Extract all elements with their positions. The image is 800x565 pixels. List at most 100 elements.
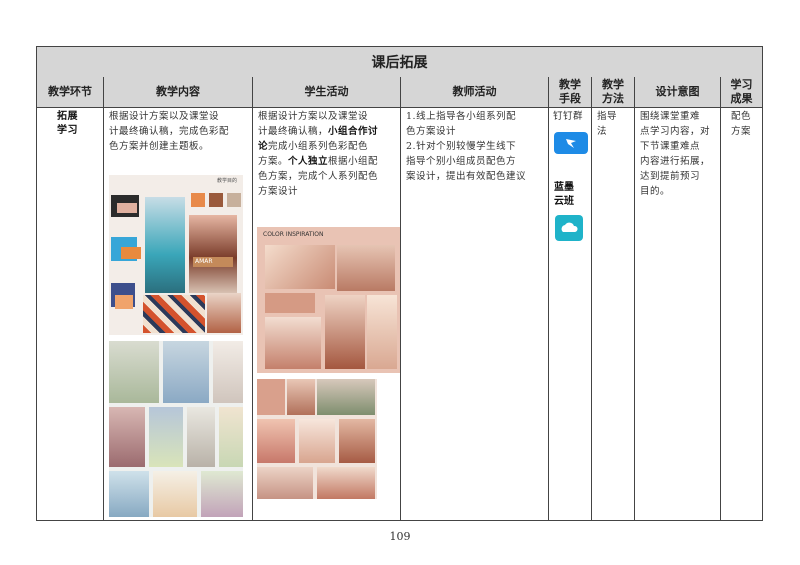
col-divider [400,107,401,520]
student-line: 方案。个人独立根据小组配 [258,154,400,169]
model-photo [189,215,237,293]
header-means-line1: 教学 [559,78,581,91]
header-method: 教学 方法 [592,77,635,107]
texture-photo [337,245,395,291]
lesson-table: 课后拓展 教学环节 教学内容 学生活动 教师活动 教学 手段 教学 方法 设计意… [36,46,763,521]
pattern-photo [143,295,205,333]
result-line: 配色 [731,111,752,122]
teacher-text: 1.线上指导各小组系列配 色方案设计 2.针对个别较慢学生线下 指导个别小组成员… [406,109,548,184]
palm-photo [317,379,375,415]
swatch [117,203,137,213]
swatch [265,293,315,313]
student-text-part: 完成小组系列色彩配色 [268,141,369,152]
brand-banner: AMAR [193,257,233,267]
teacher-line: 指导个别小组成员配色方 [406,156,517,167]
swatch [121,247,141,259]
moodboard-image-2: COLOR INSPIRATION [257,227,400,373]
swatch [115,295,133,309]
content-line: 计最终确认稿，完成色彩配 [109,126,230,137]
content-text: 根据设计方案以及课堂设 计最终确认稿，完成色彩配 色方案并创建主题板。 [109,109,251,154]
student-line: 论完成小组系列色彩配色 [258,139,400,154]
model-photo [163,341,209,403]
model-photo [153,471,197,517]
method-line: 指导 [597,111,618,122]
model-photo [325,295,365,369]
model-photo [109,407,145,467]
model-photo [317,467,375,499]
swatch [257,379,285,415]
student-line: 计最终确认稿，小组合作讨 [258,124,400,139]
content-line: 色方案并创建主题板。 [109,141,210,152]
col-divider [634,107,635,520]
stage-line2: 学习 [57,125,78,136]
moodboard-image-3 [257,379,377,499]
content-line: 根据设计方案以及课堂设 [109,111,220,122]
tool-label: 蓝墨 [554,182,574,193]
page-number: 109 [389,530,411,543]
teacher-line: 1.线上指导各小组系列配 [406,111,517,122]
texture-photo [265,317,321,369]
table-title: 课后拓展 [37,47,762,78]
table-title-text: 课后拓展 [371,55,428,71]
texture-photo [367,295,397,369]
header-stage: 教学环节 [37,77,104,107]
content-photo-grid [109,341,243,517]
student-line: 方案设计 [258,186,299,197]
brand-text: AMAR [195,258,213,265]
intent-cell: 围绕课堂重难 点学习内容，对 下节课重难点 内容进行拓展， 达到提前预习 目的。 [640,109,722,199]
header-student: 学生活动 [253,77,401,107]
header-result: 学习 成果 [721,77,762,107]
tool-label: 钉钉群 [553,111,584,122]
moodboard-2-label: COLOR INSPIRATION [263,231,324,238]
intent-line: 围绕课堂重难 [640,111,701,122]
model-photo [109,471,149,517]
texture-photo [299,419,335,463]
dingtalk-icon [554,132,588,154]
student-text-part: 方案。 [258,156,289,167]
swatch [227,193,241,207]
student-emphasis: 小组合作讨 [328,126,379,137]
student-line: 根据设计方案以及课堂设 [258,111,369,122]
means-cell: 钉钉群 [553,109,591,124]
cloud-glyph [561,222,578,232]
student-text: 根据设计方案以及课堂设 计最终确认稿，小组合作讨 论完成小组系列色彩配色 方案。… [258,109,400,199]
teacher-line: 案设计，提出有效配色建议 [406,171,527,182]
col-divider [252,107,253,520]
header-result-line2: 成果 [730,92,753,105]
header-means-line2: 手段 [559,92,581,105]
student-emphasis: 个人独立 [288,156,329,167]
model-photo [213,341,243,403]
header-row: 教学环节 教学内容 学生活动 教师活动 教学 手段 教学 方法 设计意图 学习 … [37,77,762,108]
model-photo [187,407,215,467]
header-method-line1: 教学 [602,78,624,91]
header-means: 教学 手段 [549,77,592,107]
model-photo [207,293,241,333]
header-intent: 设计意图 [635,77,721,107]
swatch [191,193,205,207]
col-divider [103,107,104,520]
moodboard-1-label: 教学目的 [217,178,238,184]
student-emphasis: 论 [258,141,269,152]
model-photo [257,467,313,499]
intent-line: 目的。 [640,186,671,197]
texture-photo [265,245,335,289]
teacher-line: 色方案设计 [406,126,457,137]
lanmo-cloud-icon [555,215,583,241]
student-text-part: 计最终确认稿， [258,126,329,137]
method-line: 法 [597,126,608,137]
model-photo [149,407,183,467]
student-text-part: 根据小组配 [328,156,379,167]
model-photo [201,471,243,517]
texture-photo [287,379,315,415]
teacher-line: 2.针对个别较慢学生线下 [406,141,517,152]
intent-line: 下节课重难点 [640,141,701,152]
stage-line1: 拓展 [57,111,78,122]
method-cell: 指导 法 [597,109,633,139]
intent-line: 内容进行拓展， [640,156,711,167]
result-cell: 配色 方案 [731,109,761,139]
swatch [209,193,223,207]
header-content: 教学内容 [104,77,253,107]
intent-line: 达到提前预习 [640,171,701,182]
header-method-line2: 方法 [602,92,624,105]
col-divider [591,107,592,520]
